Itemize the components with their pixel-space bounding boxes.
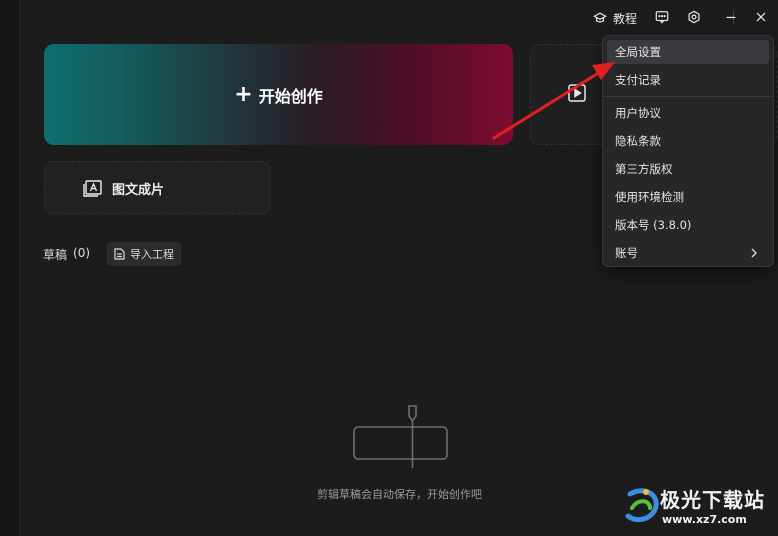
- tutorial-label: 教程: [613, 11, 638, 26]
- start-creating-button[interactable]: + 开始创作: [44, 44, 513, 145]
- picture-to-video-label: 图文成片: [112, 183, 165, 198]
- site-watermark: 极光下载站 www.xz7.com: [620, 480, 778, 536]
- close-icon: [756, 12, 766, 22]
- minimize-icon: [726, 16, 736, 19]
- minimize-button[interactable]: [723, 9, 739, 25]
- menu-divider: [603, 96, 773, 97]
- title-bar: 教程: [21, 0, 778, 36]
- menu-item-environment-check[interactable]: 使用环境检测: [607, 185, 769, 209]
- menu-item-user-agreement[interactable]: 用户协议: [607, 101, 769, 125]
- menu-item-label: 账号: [615, 246, 638, 260]
- import-project-button[interactable]: 导入工程: [107, 242, 181, 266]
- plus-icon: +: [234, 81, 253, 107]
- tutorial-button[interactable]: 教程: [593, 8, 637, 28]
- menu-item-label: 用户协议: [615, 106, 661, 120]
- watermark-url: www.xz7.com: [662, 513, 747, 526]
- start-creating-label: 开始创作: [258, 86, 323, 106]
- drafts-title: 草稿: [43, 248, 68, 262]
- watermark-logo-icon: [625, 488, 659, 523]
- menu-item-label: 版本号 (3.8.0): [615, 218, 692, 232]
- feedback-icon: [655, 11, 669, 24]
- close-button[interactable]: [753, 9, 769, 25]
- image-text-icon: [83, 180, 102, 197]
- drafts-count: (0): [73, 246, 91, 260]
- import-project-label: 导入工程: [130, 248, 174, 261]
- feedback-button[interactable]: [654, 9, 670, 25]
- menu-item-account[interactable]: 账号: [607, 241, 769, 265]
- menu-item-version[interactable]: 版本号 (3.8.0): [607, 213, 769, 237]
- menu-item-label: 第三方版权: [615, 162, 673, 176]
- settings-button[interactable]: [686, 9, 702, 25]
- menu-item-global-settings[interactable]: 全局设置: [607, 40, 769, 64]
- menu-item-label: 使用环境检测: [615, 190, 684, 204]
- watermark-title: 极光下载站: [660, 488, 765, 512]
- picture-to-video-button[interactable]: 图文成片: [44, 161, 270, 214]
- drafts-heading: 草稿 (0): [43, 246, 90, 263]
- settings-dropdown-menu: 全局设置 支付记录 用户协议 隐私条款 第三方版权 使用环境检测 版本号 (3.…: [602, 35, 774, 267]
- menu-item-label: 隐私条款: [615, 134, 661, 148]
- menu-item-third-party-copyright[interactable]: 第三方版权: [607, 157, 769, 181]
- menu-item-label: 全局设置: [615, 45, 661, 59]
- graduation-cap-icon: [593, 12, 607, 23]
- document-icon: [114, 248, 125, 260]
- menu-item-payment-records[interactable]: 支付记录: [607, 68, 769, 92]
- settings-icon: [688, 10, 700, 24]
- video-play-icon: [568, 84, 586, 102]
- menu-item-label: 支付记录: [615, 73, 661, 87]
- menu-item-privacy-policy[interactable]: 隐私条款: [607, 129, 769, 153]
- left-edge-panel: [0, 0, 20, 536]
- chevron-right-icon: [751, 248, 758, 258]
- empty-drafts-illustration: [353, 405, 448, 468]
